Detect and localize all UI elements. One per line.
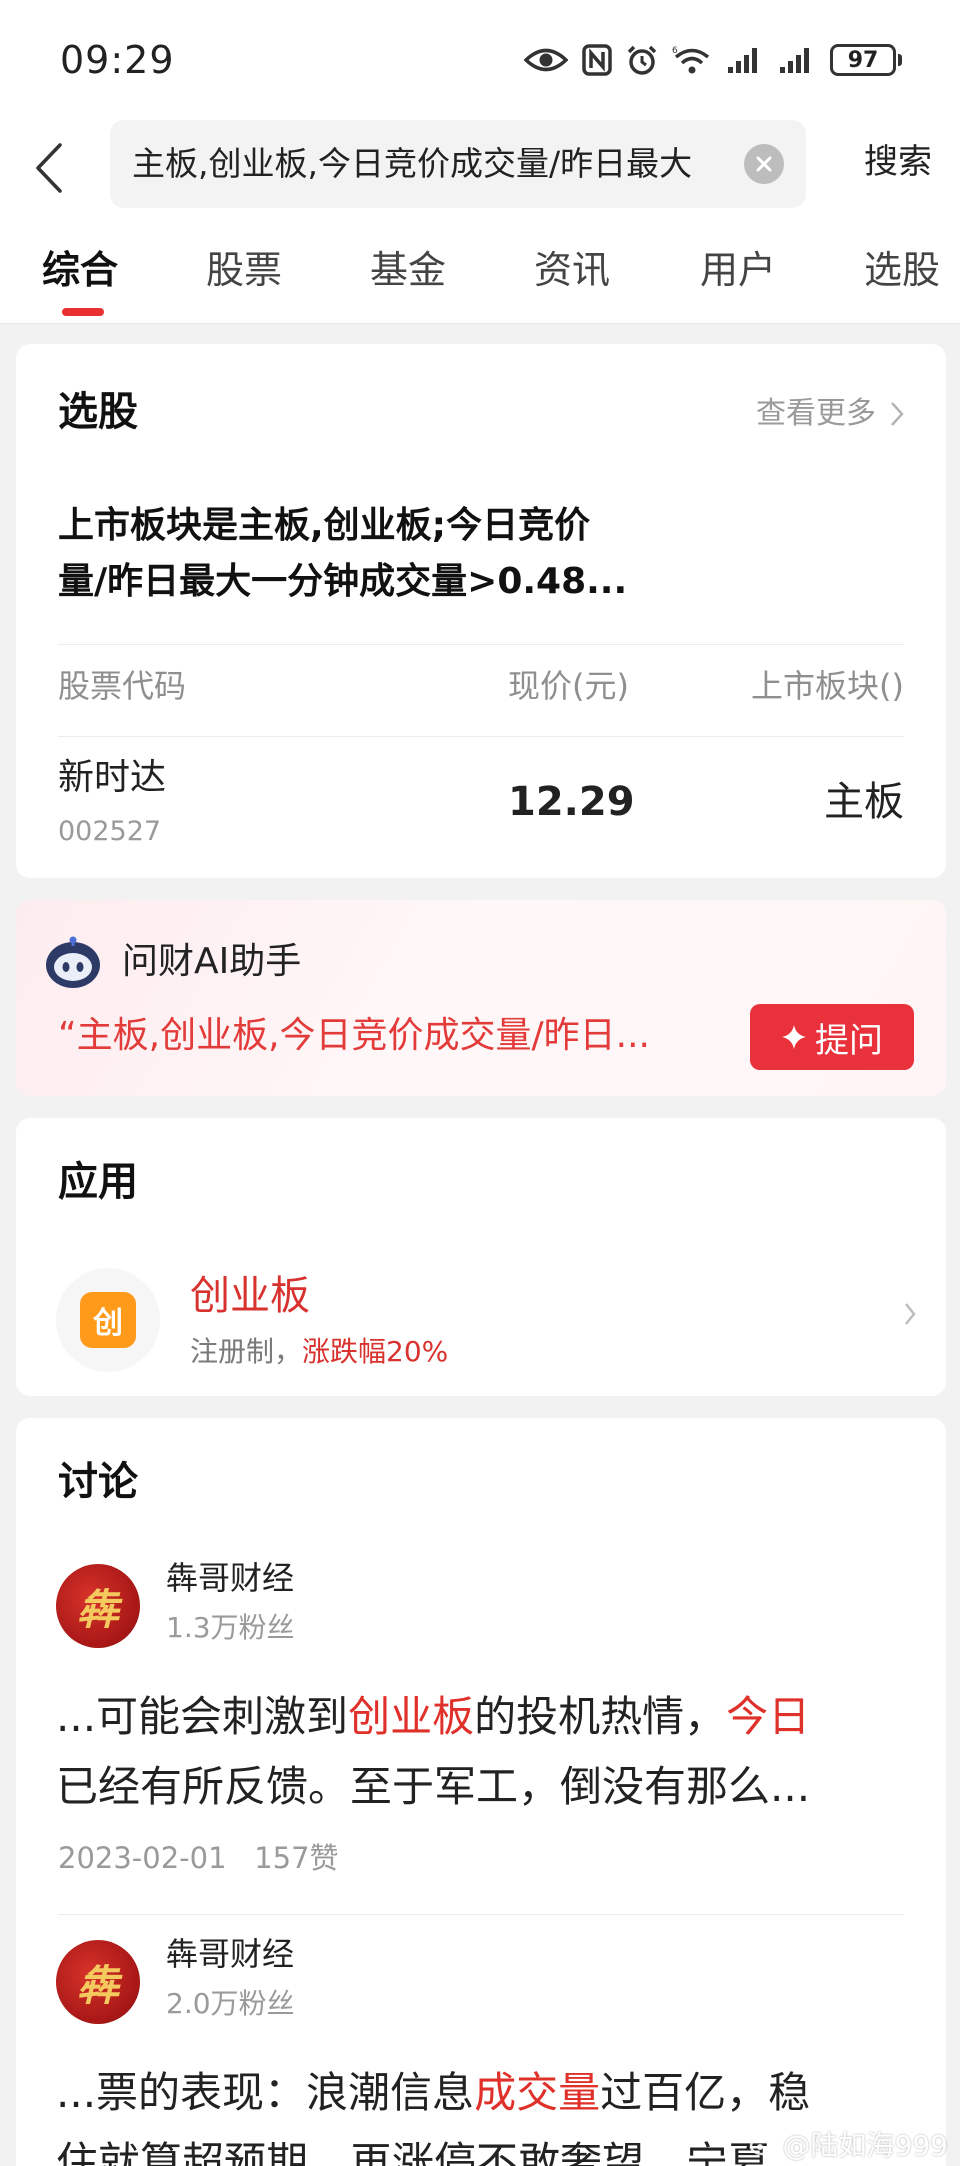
apps-title: 应用 <box>58 1159 138 1205</box>
status-bar: 09:29 6 97 <box>0 0 960 118</box>
stock-price: 12.29 <box>508 779 635 825</box>
column-header-board: 上市板块() <box>751 667 904 705</box>
app-name: 创业板 <box>190 1273 310 1319</box>
signal-icon <box>726 45 764 75</box>
ask-button[interactable]: 提问 <box>750 1004 914 1070</box>
screener-card: 选股 查看更多 上市板块是主板,创业板;今日竞价 量/昨日最大一分钟成交量>0.… <box>16 344 946 878</box>
header-area: 09:29 6 97 主板,创业板,今日竞价成交量/昨日最大 搜索 综合 股票 … <box>0 0 960 324</box>
close-icon <box>756 156 772 172</box>
post-meta: 2023-02-01 157赞 <box>58 1838 339 1878</box>
post-keyword: 今日 <box>726 1692 811 1741</box>
column-header-price: 现价(元) <box>508 667 629 705</box>
chevron-right-icon <box>891 402 904 426</box>
apps-card: 应用 创 创业板 注册制，涨跌幅20% <box>16 1118 946 1396</box>
battery-icon: 97 <box>830 44 902 76</box>
post-line-1: ...可能会刺激到创业板的投机热情，今日 <box>56 1682 916 1752</box>
watermark-text: @陆如海999 <box>782 2129 948 2162</box>
stock-board: 主板 <box>824 779 904 825</box>
alarm-icon <box>626 44 658 76</box>
wifi-icon: 6 <box>672 44 712 76</box>
divider <box>58 644 904 645</box>
search-input[interactable]: 主板,创业板,今日竞价成交量/昨日最大 <box>110 120 806 208</box>
ai-assistant-title: 问财AI助手 <box>122 941 302 982</box>
post-text-segment: ...票的表现：浪潮信息 <box>56 2068 475 2117</box>
status-time: 09:29 <box>60 38 175 82</box>
post-date: 2023-02-01 <box>58 1841 227 1875</box>
search-query-text[interactable]: 主板,创业板,今日竞价成交量/昨日最大 <box>132 142 724 186</box>
ai-query-text[interactable]: “主板,创业板,今日竞价成交量/昨日... <box>58 1012 738 1060</box>
tab-funds[interactable]: 基金 <box>370 242 446 298</box>
post-line-1: ...票的表现：浪潮信息成交量过百亿，稳 <box>56 2058 916 2128</box>
post-text-segment: 过百亿，稳 <box>600 2068 811 2117</box>
weibo-icon <box>749 2136 774 2156</box>
screener-title: 选股 <box>58 389 138 435</box>
watermark: @陆如海999 <box>749 2124 948 2164</box>
divider <box>58 1914 904 1915</box>
ask-button-label: 提问 <box>815 1020 883 1061</box>
app-desc-highlight: 涨跌幅20% <box>302 1335 449 1368</box>
post-line-2: 已经有所反馈。至于军工，倒没有那么... <box>56 1762 811 1811</box>
chinext-app-icon: 创 <box>80 1292 136 1348</box>
screener-condition[interactable]: 上市板块是主板,创业板;今日竞价 量/昨日最大一分钟成交量>0.48... <box>58 498 918 610</box>
nfc-icon <box>582 44 612 76</box>
svg-text:6: 6 <box>672 46 678 56</box>
view-more-link[interactable]: 查看更多 <box>756 394 904 434</box>
signal-icon <box>778 45 816 75</box>
battery-level: 97 <box>830 44 896 76</box>
post-keyword: 成交量 <box>474 2068 601 2117</box>
avatar[interactable]: 犇 <box>56 1940 140 2024</box>
robot-icon <box>44 934 102 992</box>
condition-line-2: 量/昨日最大一分钟成交量>0.48... <box>58 561 628 602</box>
chevron-right-icon <box>904 1302 916 1330</box>
stock-code: 002527 <box>58 816 162 847</box>
view-more-label: 查看更多 <box>756 396 876 431</box>
tab-stock-screener[interactable]: 选股 <box>864 242 940 298</box>
post-text-segment: 的投机热情， <box>474 1692 727 1741</box>
app-icon-container: 创 <box>56 1268 160 1372</box>
divider <box>58 736 904 737</box>
discussion-title: 讨论 <box>58 1459 138 1505</box>
post-likes: 157赞 <box>254 1841 339 1875</box>
active-tab-indicator <box>62 308 104 316</box>
chevron-left-icon <box>36 143 62 193</box>
tab-stocks[interactable]: 股票 <box>206 242 282 298</box>
search-bar: 主板,创业板,今日竞价成交量/昨日最大 搜索 <box>0 118 960 218</box>
post-text-segment: ...可能会刺激到 <box>56 1692 349 1741</box>
discussion-card: 讨论 犇 犇哥财经 1.3万粉丝 ...可能会刺激到创业板的投机热情，今日 已经… <box>16 1418 946 2166</box>
post-text: ...可能会刺激到创业板的投机热情，今日 已经有所反馈。至于军工，倒没有那么..… <box>56 1682 916 1822</box>
eye-icon <box>524 45 568 75</box>
author-fans: 1.3万粉丝 <box>166 1611 295 1644</box>
back-button[interactable] <box>26 136 72 200</box>
status-icons: 6 97 <box>524 40 902 80</box>
column-header-code: 股票代码 <box>58 667 187 705</box>
app-desc-prefix: 注册制， <box>190 1335 303 1368</box>
result-tabs: 综合 股票 基金 资讯 用户 选股 <box>0 234 960 324</box>
author-name[interactable]: 犇哥财经 <box>166 1932 294 1976</box>
app-description: 注册制，涨跌幅20% <box>190 1332 448 1372</box>
author-fans: 2.0万粉丝 <box>166 1987 295 2020</box>
post-keyword: 创业板 <box>348 1692 475 1741</box>
avatar[interactable]: 犇 <box>56 1564 140 1648</box>
ai-assistant-card: 问财AI助手 “主板,创业板,今日竞价成交量/昨日... 提问 <box>16 900 946 1096</box>
author-name[interactable]: 犇哥财经 <box>166 1556 294 1600</box>
tab-comprehensive[interactable]: 综合 <box>42 242 118 298</box>
stock-name: 新时达 <box>58 757 167 798</box>
tab-news[interactable]: 资讯 <box>534 242 610 298</box>
clear-search-button[interactable] <box>744 144 784 184</box>
battery-tip <box>898 54 902 66</box>
search-button[interactable]: 搜索 <box>864 140 932 184</box>
condition-line-1: 上市板块是主板,创业板;今日竞价 <box>58 505 591 546</box>
sparkle-icon <box>782 1025 806 1049</box>
tab-users[interactable]: 用户 <box>700 242 776 298</box>
